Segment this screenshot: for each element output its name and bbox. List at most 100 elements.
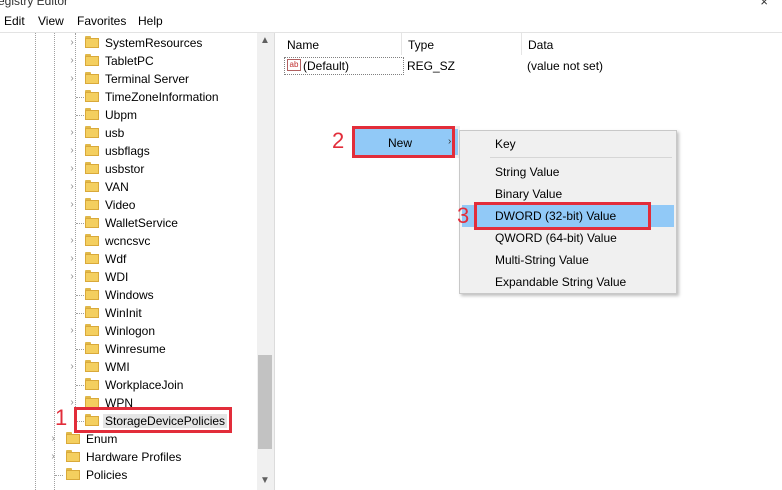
submenu-divider — [490, 157, 672, 158]
tree-item[interactable]: TimeZoneInformation — [0, 88, 257, 106]
column-data[interactable]: Data — [528, 38, 553, 52]
expand-chevron-icon[interactable]: › — [67, 145, 77, 156]
tree-connector — [76, 115, 84, 116]
submenu-item-string-value[interactable]: String Value — [462, 161, 674, 183]
menu-view[interactable]: View — [38, 14, 64, 28]
expand-chevron-icon[interactable]: › — [67, 271, 77, 282]
tree-item[interactable]: › wcncsvc — [0, 232, 257, 250]
menu-edit[interactable]: Edit — [4, 14, 25, 28]
expand-chevron-icon[interactable]: › — [48, 433, 58, 444]
expand-chevron-icon[interactable]: › — [67, 181, 77, 192]
tree-item[interactable]: WorkplaceJoin — [0, 376, 257, 394]
tree-item-label: Winresume — [105, 342, 166, 356]
folder-icon — [85, 234, 99, 246]
tree-item[interactable]: › SystemResources — [0, 34, 257, 52]
tree-item[interactable]: WalletService — [0, 214, 257, 232]
tree-item[interactable]: › Video — [0, 196, 257, 214]
scroll-up-icon[interactable]: ▲ — [260, 35, 270, 46]
tree-item-label: TimeZoneInformation — [105, 90, 219, 104]
expand-chevron-icon[interactable]: › — [67, 253, 77, 264]
folder-icon — [85, 144, 99, 156]
title-bar: egistry Editor × — [0, 0, 782, 12]
tree-item[interactable]: › usb — [0, 124, 257, 142]
submenu-item-qword-value[interactable]: QWORD (64-bit) Value — [462, 227, 674, 249]
tree-item-label: Policies — [86, 468, 128, 482]
annotation-box-3 — [474, 202, 651, 230]
folder-icon — [66, 450, 80, 462]
folder-icon — [85, 270, 99, 282]
tree-item-label: Video — [105, 198, 136, 212]
tree-connector — [76, 385, 84, 386]
tree-item[interactable]: › Winlogon — [0, 322, 257, 340]
folder-icon — [66, 468, 80, 480]
submenu-item-expandable-string-value[interactable]: Expandable String Value — [462, 271, 674, 293]
value-name: (Default) — [303, 59, 350, 73]
tree-item[interactable]: › Terminal Server — [0, 70, 257, 88]
folder-icon — [85, 108, 99, 120]
tree-item-label: WorkplaceJoin — [105, 378, 184, 392]
tree-item[interactable]: › Hardware Profiles — [0, 448, 257, 466]
tree-item[interactable]: › usbstor — [0, 160, 257, 178]
expand-chevron-icon[interactable]: › — [67, 199, 77, 210]
tree-item[interactable]: › TabletPC — [0, 52, 257, 70]
tree-item-label: usbstor — [105, 162, 145, 176]
column-type[interactable]: Type — [408, 38, 434, 52]
value-type: REG_SZ — [407, 59, 456, 73]
expand-chevron-icon[interactable]: › — [67, 235, 77, 246]
folder-icon — [85, 324, 99, 336]
value-data: (value not set) — [527, 59, 604, 73]
close-icon[interactable]: × — [760, 0, 768, 9]
submenu-item-multi-string-value[interactable]: Multi-String Value — [462, 249, 674, 271]
expand-chevron-icon[interactable]: › — [67, 37, 77, 48]
tree-item[interactable]: WinInit — [0, 304, 257, 322]
menu-favorites[interactable]: Favorites — [77, 14, 126, 28]
tree-item[interactable]: Windows — [0, 286, 257, 304]
expand-chevron-icon[interactable]: › — [48, 451, 58, 462]
tree-item-label: SystemResources — [105, 36, 203, 50]
folder-icon — [85, 162, 99, 174]
submenu-item-key[interactable]: Key — [462, 133, 674, 155]
scroll-down-icon[interactable]: ▼ — [260, 475, 270, 486]
tree-item[interactable]: › VAN — [0, 178, 257, 196]
expand-chevron-icon[interactable]: › — [67, 361, 77, 372]
menu-bar: Edit View Favorites Help — [0, 12, 782, 32]
annotation-number-1: 1 — [55, 405, 68, 430]
tree-item-label: wcncsvc — [105, 234, 151, 248]
tree-item-label: WalletService — [105, 216, 178, 230]
tree-item-label: Terminal Server — [105, 72, 190, 86]
tree-item-label: WinInit — [105, 306, 142, 320]
scrollbar-thumb[interactable] — [258, 355, 272, 449]
tree-scrollbar[interactable]: ▲ ▼ — [257, 33, 274, 490]
expand-chevron-icon[interactable]: › — [67, 163, 77, 174]
expand-chevron-icon[interactable]: › — [67, 73, 77, 84]
expand-chevron-icon[interactable]: › — [67, 127, 77, 138]
tree-item-label: Enum — [86, 432, 118, 446]
tree-item[interactable]: › WDI — [0, 268, 257, 286]
folder-icon — [85, 360, 99, 372]
tree-item-label: WDI — [105, 270, 129, 284]
expand-chevron-icon[interactable]: › — [67, 55, 77, 66]
value-row-default[interactable]: ab (Default) REG_SZ (value not set) — [282, 57, 782, 75]
tree-item[interactable]: › WMI — [0, 358, 257, 376]
folder-icon — [85, 90, 99, 102]
menu-help[interactable]: Help — [138, 14, 163, 28]
tree-item-label: Wdf — [105, 252, 127, 266]
tree-item-label: Winlogon — [105, 324, 156, 338]
expand-chevron-icon[interactable]: › — [67, 325, 77, 336]
tree-item[interactable]: › Wdf — [0, 250, 257, 268]
folder-icon — [85, 216, 99, 228]
tree-item[interactable]: Policies — [0, 466, 257, 484]
column-divider[interactable] — [521, 33, 522, 55]
column-divider[interactable] — [401, 33, 402, 55]
tree-item[interactable]: Ubpm — [0, 106, 257, 124]
folder-icon — [85, 126, 99, 138]
tree-item-label: WMI — [105, 360, 130, 374]
tree-item[interactable]: › usbflags — [0, 142, 257, 160]
annotation-number-2: 2 — [332, 128, 345, 153]
tree-item[interactable]: Winresume — [0, 340, 257, 358]
tree-connector — [76, 295, 84, 296]
folder-icon — [85, 72, 99, 84]
column-name[interactable]: Name — [287, 38, 319, 52]
folder-icon — [85, 342, 99, 354]
folder-icon — [85, 180, 99, 192]
